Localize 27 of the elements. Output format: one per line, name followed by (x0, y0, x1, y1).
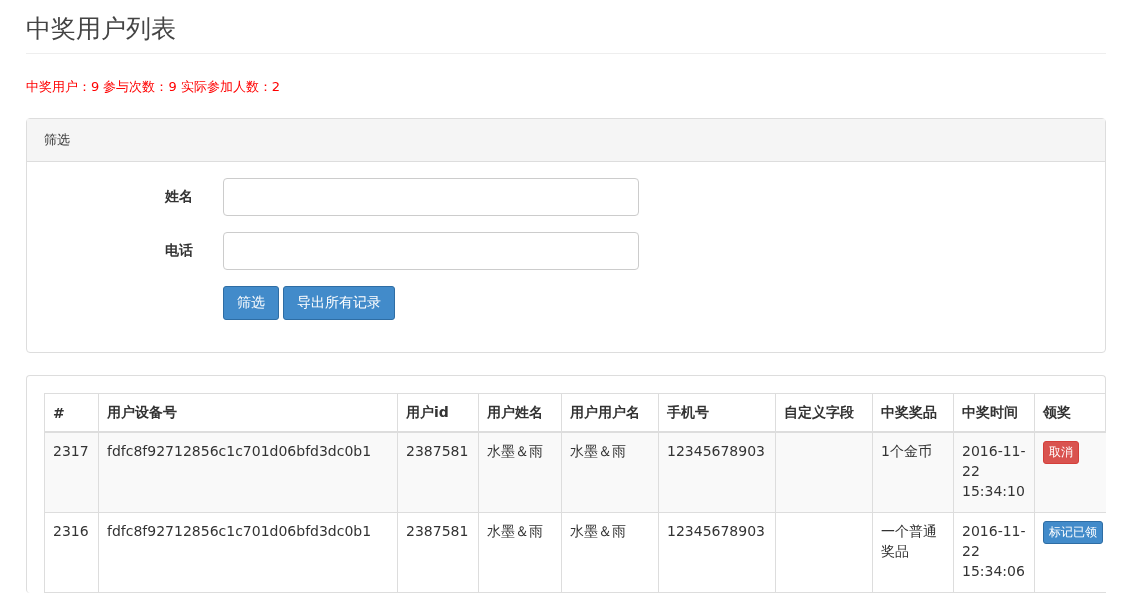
table-cell: 水墨＆雨 (570, 523, 626, 539)
table-cell: 12345678903 (667, 443, 765, 459)
cancel-button[interactable]: 取消 (1043, 441, 1079, 464)
table-cell: 2016-11-22 15:34:10 (962, 443, 1026, 499)
table-cell: 2316 (53, 523, 89, 539)
stats-text: 中奖用户：9 参与次数：9 实际参加人数：2 (26, 78, 282, 96)
table-cell: 2317 (53, 443, 89, 459)
panel-heading: 筛选 (27, 119, 1105, 162)
table-cell: 一个普通奖品 (881, 523, 937, 559)
table-cell: 1个金币 (881, 443, 932, 459)
input-field[interactable] (223, 232, 639, 270)
input-field[interactable] (223, 178, 639, 216)
table-cell: 2016-11-22 15:34:06 (962, 523, 1026, 579)
field-label: 电话 (164, 242, 193, 260)
export-button[interactable]: 导出所有记录 (283, 286, 395, 320)
table-cell: 12345678903 (667, 523, 765, 539)
table-cell: 2387581 (406, 523, 469, 539)
table-cell: fdfc8f92712856c1c701d06bfd3dc0b1 (107, 523, 372, 539)
table-cell: 水墨＆雨 (570, 443, 626, 459)
table-cell: fdfc8f92712856c1c701d06bfd3dc0b1 (107, 443, 372, 459)
table-cell: 2387581 (406, 443, 469, 459)
table-cell: 水墨＆雨 (487, 443, 543, 459)
field-label: 姓名 (164, 188, 193, 206)
table-cell: 水墨＆雨 (487, 523, 543, 539)
mark-button[interactable]: 标记已领 (1043, 521, 1103, 544)
page-title: 中奖用户列表 (26, 8, 1106, 54)
filter-button[interactable]: 筛选 (223, 286, 279, 320)
